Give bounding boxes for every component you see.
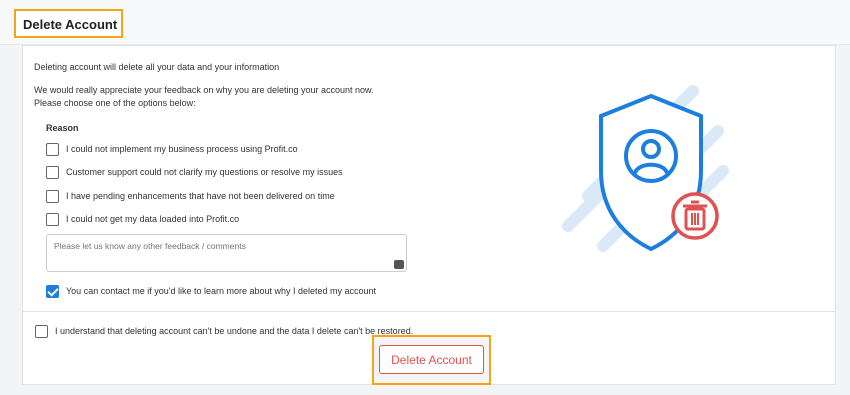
feedback-request-text: We would really appreciate your feedback…: [34, 85, 374, 95]
delete-account-button[interactable]: Delete Account: [379, 345, 484, 374]
contact-option-label: You can contact me if you'd like to lear…: [66, 286, 377, 296]
reason-option[interactable]: I have pending enhancements that have no…: [46, 188, 335, 204]
reason-option[interactable]: Customer support could not clarify my qu…: [46, 164, 343, 180]
shield-illustration: [562, 85, 729, 252]
feedback-card: Deleting account will delete all your da…: [23, 46, 835, 312]
reason-checkbox[interactable]: [46, 165, 59, 179]
reason-heading: Reason: [46, 123, 79, 133]
reason-checkbox[interactable]: [46, 189, 59, 203]
confirm-checkbox[interactable]: [35, 324, 48, 338]
page-header: Delete Account: [0, 0, 850, 45]
confirm-option[interactable]: I understand that deleting account can't…: [35, 323, 413, 339]
reason-option[interactable]: I could not get my data loaded into Prof…: [46, 211, 239, 227]
reason-checkbox[interactable]: [46, 142, 59, 156]
delete-button-highlight: Delete Account: [372, 335, 491, 385]
reason-option-label: Customer support could not clarify my qu…: [66, 167, 343, 177]
page-title: Delete Account: [23, 17, 118, 32]
reason-checkbox[interactable]: [46, 212, 59, 226]
choose-option-text: Please choose one of the options below:: [34, 98, 196, 108]
textarea-resize-handle[interactable]: [394, 260, 404, 269]
reason-option-label: I have pending enhancements that have no…: [66, 191, 335, 201]
contact-checkbox[interactable]: [46, 284, 59, 298]
page-title-box: Delete Account: [14, 9, 123, 38]
delete-account-panel: Deleting account will delete all your da…: [22, 45, 836, 385]
intro-text: Deleting account will delete all your da…: [34, 62, 280, 72]
reason-option[interactable]: I could not implement my business proces…: [46, 141, 298, 157]
reason-option-label: I could not implement my business proces…: [66, 144, 298, 154]
confirm-option-label: I understand that deleting account can't…: [55, 326, 414, 336]
trash-icon: [671, 192, 719, 240]
reason-option-label: I could not get my data loaded into Prof…: [66, 214, 240, 224]
feedback-comments-textarea[interactable]: [46, 234, 407, 272]
contact-option[interactable]: You can contact me if you'd like to lear…: [46, 283, 376, 299]
